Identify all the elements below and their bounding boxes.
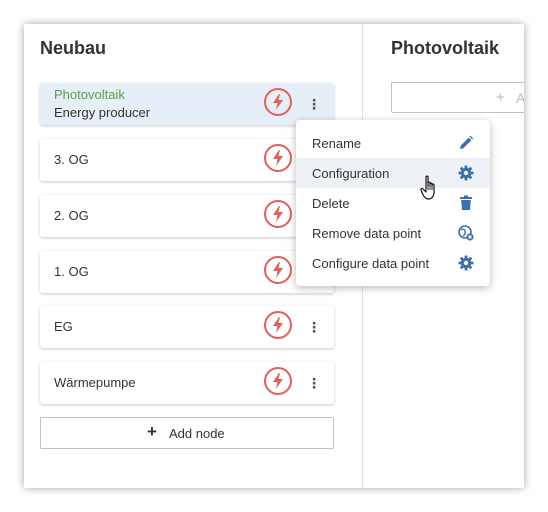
node-item-photovoltaik[interactable]: Photovoltaik Energy producer ⋮ xyxy=(40,83,334,125)
menu-item-remove-data-point[interactable]: Remove data point xyxy=(296,218,490,248)
right-panel-title: Photovoltaik xyxy=(391,38,500,58)
plus-icon: + xyxy=(496,89,505,106)
node-label: 3. OG xyxy=(54,152,89,167)
gear-icon xyxy=(458,165,474,181)
node-item-waermepumpe[interactable]: Wärmepumpe ⋮ xyxy=(40,362,334,404)
pencil-icon xyxy=(458,135,474,151)
lightning-bolt-icon xyxy=(264,200,292,228)
node-title: Photovoltaik xyxy=(54,87,125,102)
lightning-bolt-icon xyxy=(264,256,292,284)
node-label: EG xyxy=(54,319,73,334)
menu-item-rename[interactable]: Rename xyxy=(296,128,490,158)
context-menu: Rename Configuration Delete Remove data … xyxy=(296,120,490,286)
remove-data-point-icon xyxy=(458,225,474,241)
right-add-button[interactable]: + A xyxy=(391,82,524,113)
menu-item-label: Configure data point xyxy=(312,256,430,271)
left-panel-title: Neubau xyxy=(40,38,107,58)
add-node-label: Add node xyxy=(169,426,225,441)
node-item-eg[interactable]: EG ⋮ xyxy=(40,306,334,348)
node-item-3-og[interactable]: 3. OG xyxy=(40,139,334,181)
node-subtitle: Energy producer xyxy=(54,105,151,120)
node-label: 1. OG xyxy=(54,264,89,279)
right-add-label: A xyxy=(516,90,524,106)
node-item-2-og[interactable]: 2. OG xyxy=(40,195,334,237)
gear-icon xyxy=(458,255,474,271)
trash-icon xyxy=(458,195,474,211)
lightning-bolt-icon xyxy=(264,367,292,395)
lightning-bolt-icon xyxy=(264,311,292,339)
node-item-1-og[interactable]: 1. OG xyxy=(40,251,334,293)
more-options-icon[interactable]: ⋮ xyxy=(304,315,324,339)
node-label: 2. OG xyxy=(54,208,89,223)
hand-cursor-icon xyxy=(420,175,442,206)
menu-item-configuration[interactable]: Configuration xyxy=(296,158,490,188)
menu-item-label: Delete xyxy=(312,196,350,211)
add-node-button[interactable]: + Add node xyxy=(40,417,334,449)
plus-icon: + xyxy=(147,422,157,441)
more-options-icon[interactable]: ⋮ xyxy=(304,92,324,116)
more-options-icon[interactable]: ⋮ xyxy=(304,371,324,395)
lightning-bolt-icon xyxy=(264,144,292,172)
node-label: Wärmepumpe xyxy=(54,375,136,390)
menu-item-label: Remove data point xyxy=(312,226,422,241)
menu-item-configure-data-point[interactable]: Configure data point xyxy=(296,248,490,278)
menu-item-delete[interactable]: Delete xyxy=(296,188,490,218)
menu-item-label: Rename xyxy=(312,136,362,151)
menu-item-label: Configuration xyxy=(312,166,390,181)
lightning-bolt-icon xyxy=(264,88,292,116)
